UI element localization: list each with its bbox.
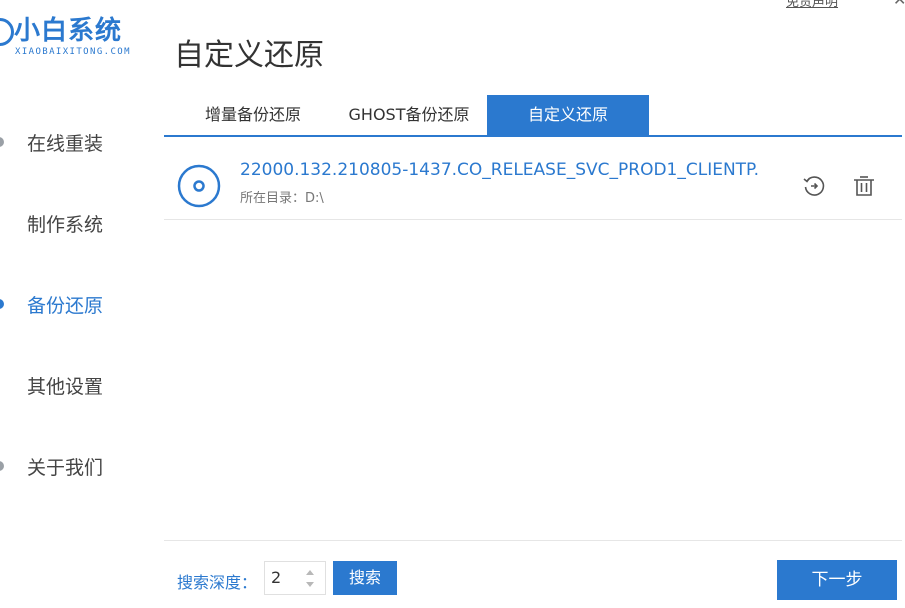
search-depth-value[interactable]: 2 xyxy=(271,568,281,587)
search-depth-stepper[interactable]: 2 xyxy=(264,561,326,595)
sidebar-item-other-settings[interactable]: 其他设置 xyxy=(0,365,150,405)
sidebar-item-about-us[interactable]: 关于我们 xyxy=(0,446,150,486)
nav-marker-icon xyxy=(0,137,4,147)
chevron-up-icon[interactable] xyxy=(303,566,317,578)
search-button[interactable]: 搜索 xyxy=(333,561,397,595)
sidebar-item-label: 制作系统 xyxy=(27,214,104,236)
list-item[interactable]: 22000.132.210805-1437.CO_RELEASE_SVC_PRO… xyxy=(164,140,902,220)
nav-marker-icon xyxy=(0,461,4,471)
item-location: 所在目录：D:\ xyxy=(240,187,324,206)
sidebar-item-online-reinstall[interactable]: 在线重装 xyxy=(0,122,150,162)
search-depth-label: 搜索深度： xyxy=(177,573,258,592)
sidebar-item-make-system[interactable]: 制作系统 xyxy=(0,203,150,243)
disclaimer-link[interactable]: 免责声明 xyxy=(786,0,838,10)
sidebar-item-label: 在线重装 xyxy=(27,133,104,155)
tab-custom-restore[interactable]: 自定义还原 xyxy=(487,95,649,135)
logo-subtitle: XIAOBAIXITONG.COM xyxy=(15,47,131,57)
footer-divider xyxy=(164,540,902,541)
tab-incremental-restore[interactable]: 增量备份还原 xyxy=(178,95,328,135)
page-title: 自定义还原 xyxy=(174,38,324,73)
disc-icon xyxy=(177,164,221,208)
item-title[interactable]: 22000.132.210805-1437.CO_RELEASE_SVC_PRO… xyxy=(240,160,760,180)
sidebar-item-label: 备份还原 xyxy=(27,295,104,317)
sidebar-item-label: 其他设置 xyxy=(27,376,104,398)
next-step-button[interactable]: 下一步 xyxy=(777,560,897,600)
delete-icon[interactable] xyxy=(852,174,876,198)
sidebar-item-label: 关于我们 xyxy=(27,457,104,479)
close-icon[interactable]: ✕ xyxy=(893,0,905,9)
restore-icon[interactable] xyxy=(802,174,826,198)
tab-bar: 增量备份还原 GHOST备份还原 自定义还原 xyxy=(164,95,902,137)
sidebar-item-backup-restore[interactable]: 备份还原 xyxy=(0,284,150,324)
chevron-down-icon[interactable] xyxy=(303,579,317,591)
logo-name: 小白系统 xyxy=(14,16,123,46)
item-location-label: 所在目录： xyxy=(240,191,306,206)
nav-marker-icon xyxy=(0,299,4,309)
item-location-value: D:\ xyxy=(305,191,324,206)
logo-mark-icon xyxy=(0,18,14,46)
tab-ghost-restore[interactable]: GHOST备份还原 xyxy=(330,95,488,135)
logo: 小白系统 XIAOBAIXITONG.COM xyxy=(0,10,160,65)
